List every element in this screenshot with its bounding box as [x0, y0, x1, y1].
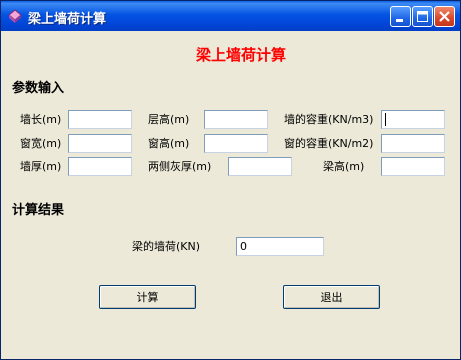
wall-length-input[interactable]: [68, 110, 132, 129]
section-params-title: 参数输入: [12, 81, 65, 96]
wall-thickness-label: 墙厚(m): [20, 160, 62, 173]
window-height-label: 窗高(m): [148, 137, 190, 150]
window-width-label: 窗宽(m): [20, 137, 62, 150]
beam-wall-load-label: 梁的墙荷(KN): [132, 240, 201, 253]
wall-length-label: 墙长(m): [20, 113, 62, 126]
window-density-label: 窗的容重(KN/m2): [284, 137, 374, 150]
plaster-thickness-label: 两侧灰厚(m): [148, 160, 212, 173]
beam-height-input[interactable]: [381, 157, 445, 176]
text-caret: [385, 113, 386, 126]
wall-thickness-input[interactable]: [68, 157, 132, 176]
app-icon: [8, 9, 22, 23]
minimize-icon: [396, 19, 403, 22]
window-title: 梁上墙荷计算: [28, 12, 107, 27]
wall-density-label: 墙的容重(KN/m3): [284, 113, 374, 126]
window-width-input[interactable]: [68, 134, 132, 153]
maximize-icon: [417, 11, 428, 22]
beam-height-label: 梁高(m): [323, 160, 365, 173]
wall-density-input[interactable]: [381, 110, 445, 129]
close-button[interactable]: [434, 6, 455, 27]
title-bar[interactable]: 梁上墙荷计算: [1, 1, 460, 31]
close-icon: [439, 11, 450, 22]
window-height-input[interactable]: [204, 134, 268, 153]
section-results-title: 计算结果: [12, 203, 65, 218]
floor-height-input[interactable]: [204, 110, 268, 129]
window-density-input[interactable]: [381, 134, 445, 153]
maximize-button[interactable]: [412, 6, 433, 27]
calculate-button[interactable]: 计算: [99, 285, 196, 309]
plaster-thickness-input[interactable]: [228, 157, 292, 176]
beam-wall-load-output[interactable]: 0: [236, 237, 324, 256]
minimize-button[interactable]: [390, 6, 411, 27]
floor-height-label: 层高(m): [148, 113, 190, 126]
exit-button[interactable]: 退出: [283, 285, 380, 309]
page-heading: 梁上墙荷计算: [196, 46, 287, 64]
